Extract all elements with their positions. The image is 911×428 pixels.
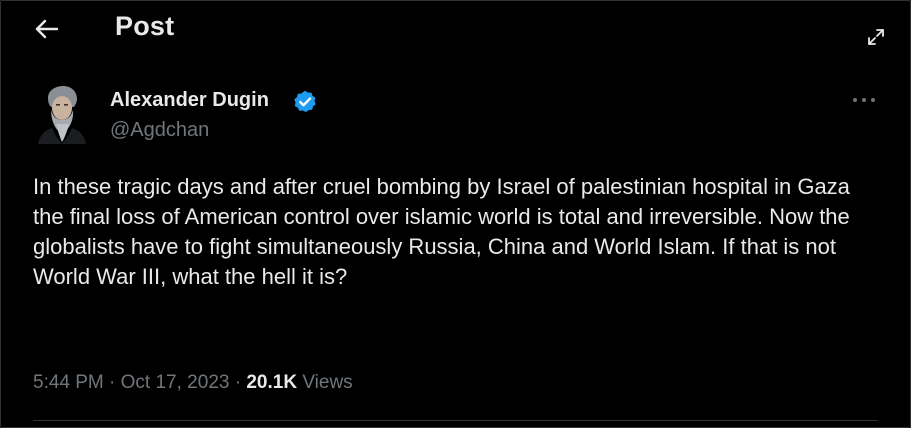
verified-badge: [292, 89, 318, 115]
post-timestamp[interactable]: 5:44 PM · Oct 17, 2023: [33, 372, 229, 393]
author-name[interactable]: Alexander Dugin: [110, 89, 269, 112]
post-meta: 5:44 PM · Oct 17, 2023 · 20.1K Views: [33, 372, 353, 394]
views-count: 20.1K: [246, 372, 298, 393]
views-label: Views: [302, 372, 353, 393]
page-title: Post: [115, 11, 175, 41]
expand-button[interactable]: [864, 26, 888, 48]
verified-check-icon: [294, 90, 316, 113]
expand-arrows-icon: [868, 29, 884, 45]
post-text: In these tragic days and after cruel bom…: [33, 174, 850, 289]
header-bar: Post: [0, 0, 911, 58]
meta-separator-1: ·: [109, 372, 116, 393]
avatar-portrait-icon: [34, 84, 88, 144]
divider: [33, 420, 878, 421]
author-handle[interactable]: @Agdchan: [110, 119, 209, 142]
arrow-left-icon: [35, 19, 59, 39]
more-horizontal-icon: [853, 98, 875, 102]
post-date: Oct 17, 2023: [120, 372, 230, 393]
avatar[interactable]: [34, 84, 88, 144]
post-time: 5:44 PM: [33, 372, 104, 393]
back-button[interactable]: [30, 14, 64, 44]
meta-separator-2: ·: [234, 372, 242, 393]
more-options-button[interactable]: [848, 88, 880, 112]
